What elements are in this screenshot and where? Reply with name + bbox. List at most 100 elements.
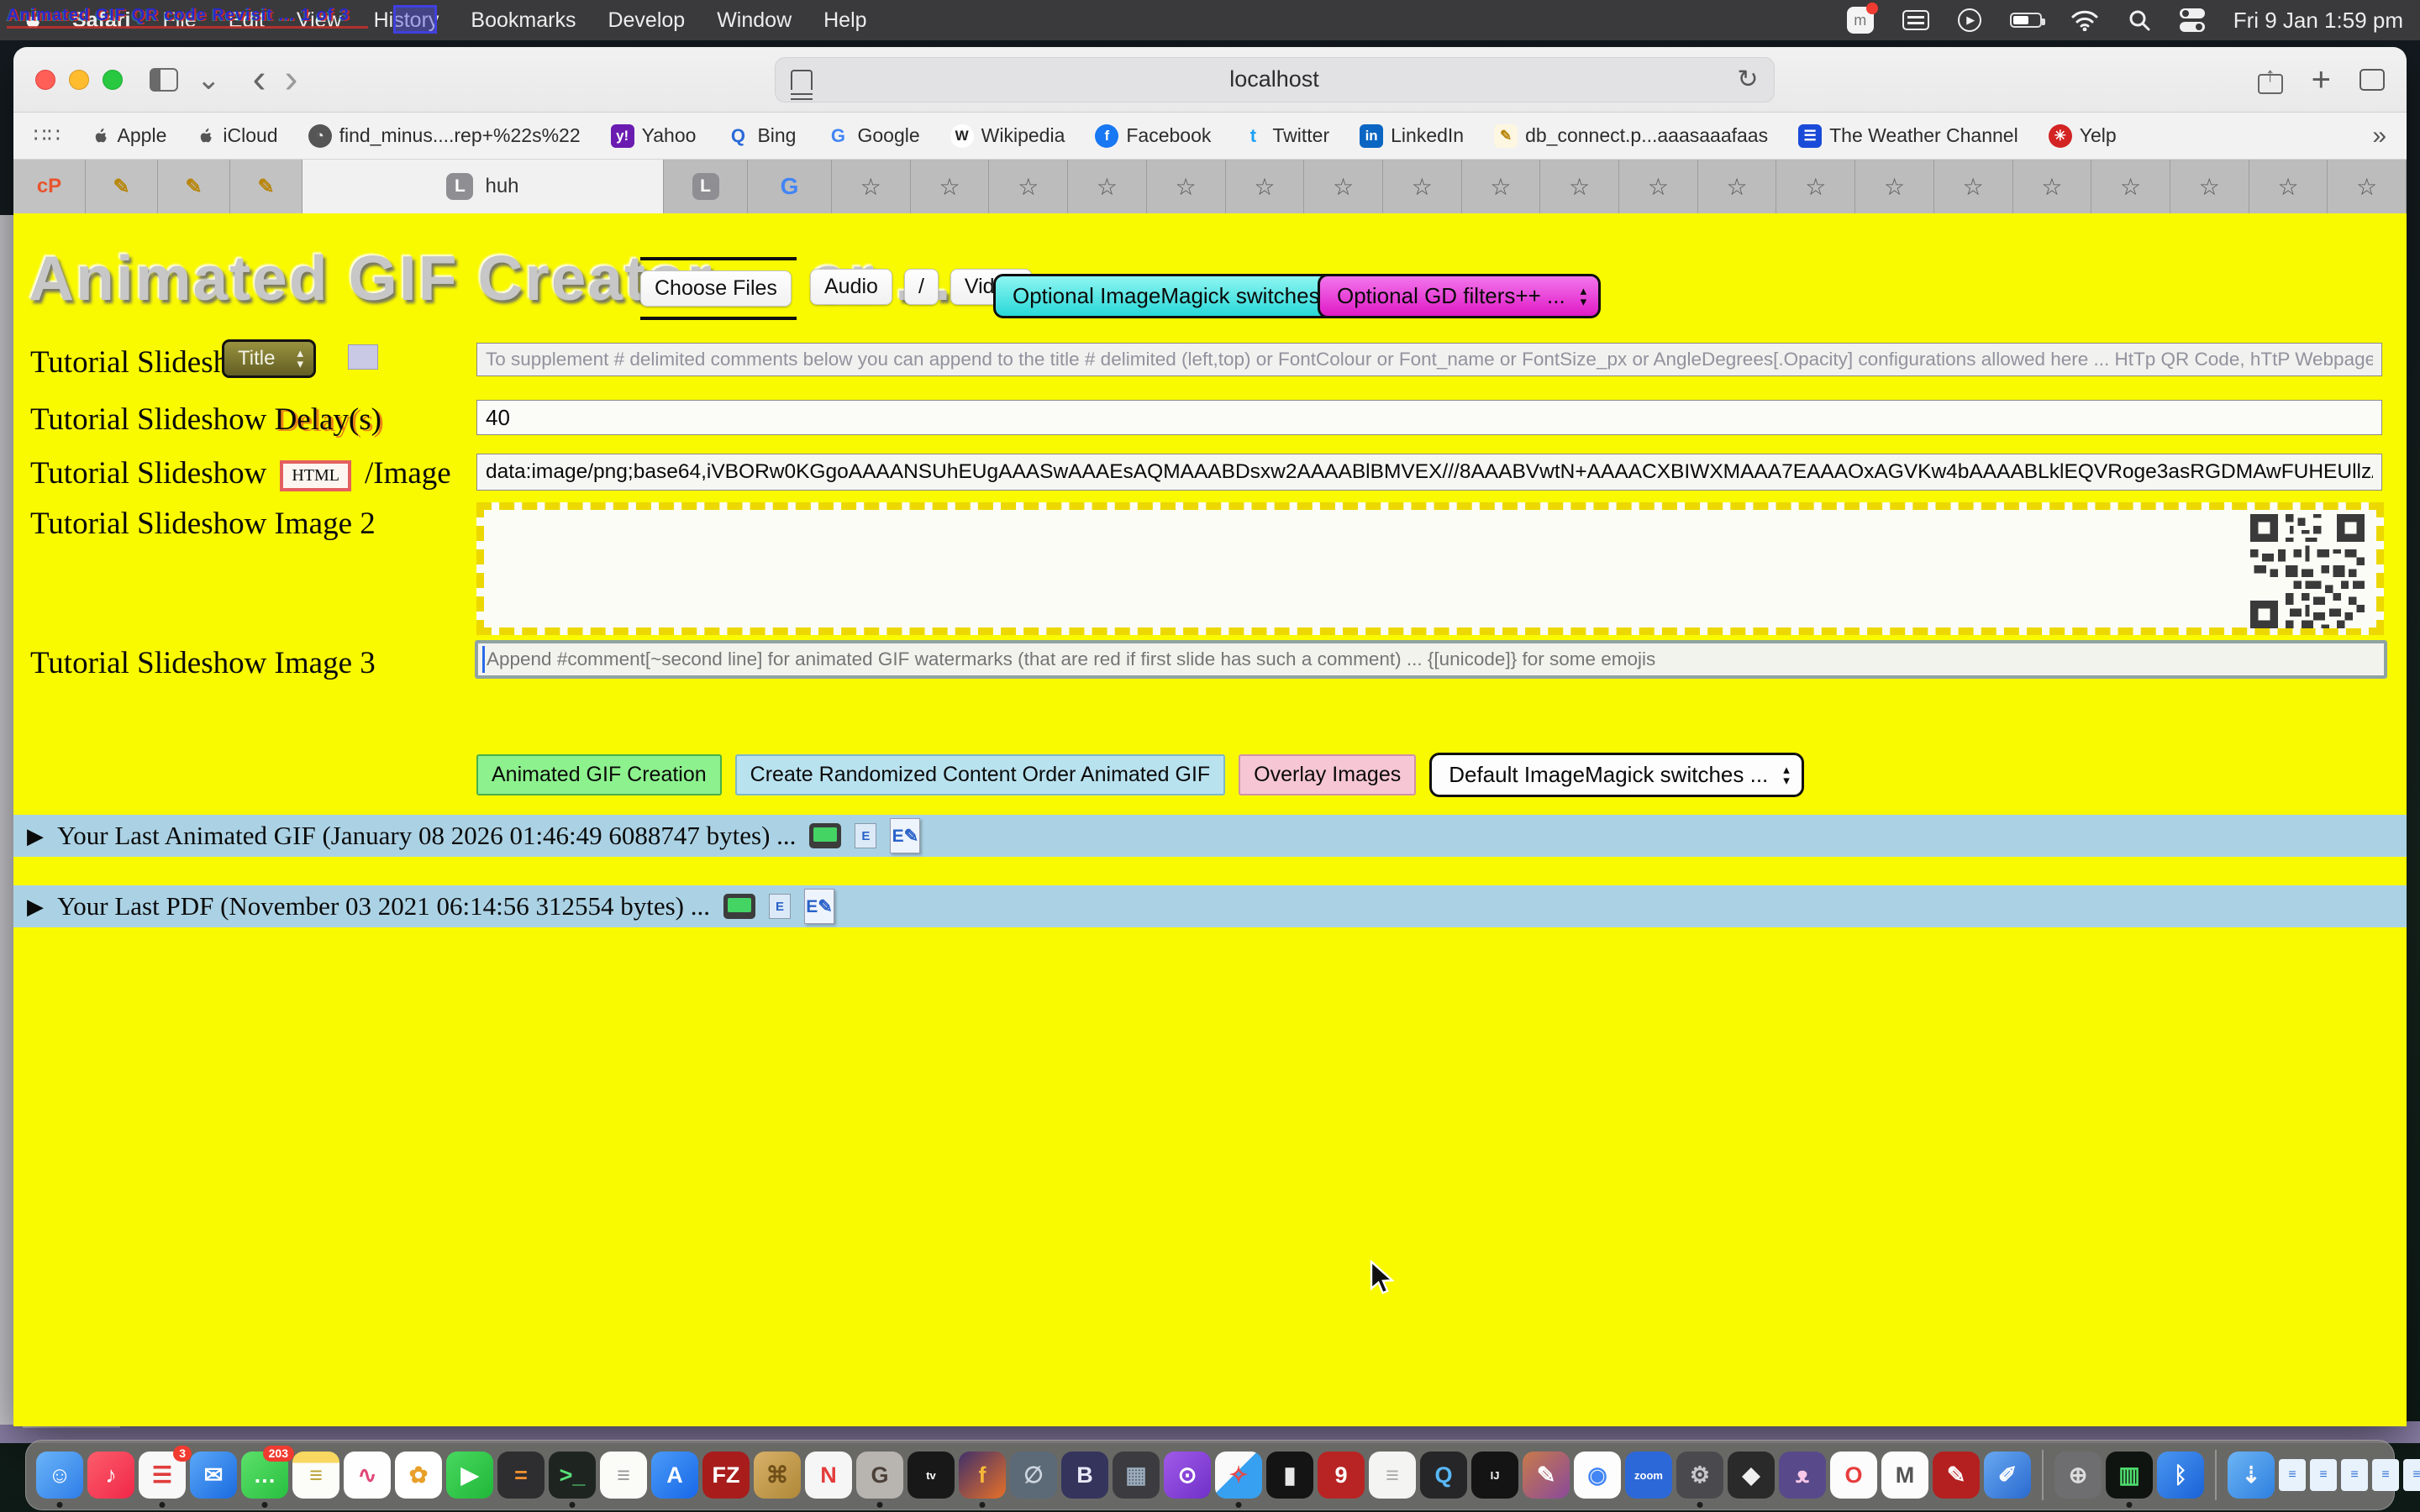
- favorites-grid-icon[interactable]: ∷∷: [34, 123, 61, 148]
- dock-item-red-pen-app[interactable]: ✎: [1933, 1452, 1980, 1499]
- share-icon[interactable]: ↑: [2258, 66, 2283, 94]
- bookmark-linkedin[interactable]: inLinkedIn: [1360, 124, 1464, 148]
- address-bar[interactable]: localhost ↻: [775, 57, 1775, 102]
- disclosure-triangle-icon[interactable]: ▶: [27, 894, 44, 920]
- dock-item-art-palette[interactable]: ✎: [1523, 1452, 1570, 1499]
- app-status-icon[interactable]: m: [1847, 7, 1874, 34]
- data-uri-input[interactable]: [476, 454, 2382, 491]
- dock-item-gimp[interactable]: G: [856, 1452, 903, 1499]
- menu-clock[interactable]: Fri 9 Jan 1:59 pm: [2233, 8, 2403, 34]
- dock-item-music[interactable]: ♪: [87, 1452, 134, 1499]
- dock-item-quicktime[interactable]: Q: [1420, 1452, 1467, 1499]
- dock-item-textedit[interactable]: ≡: [600, 1452, 647, 1499]
- tab-pinned-editor[interactable]: ✎: [86, 160, 158, 213]
- bookmark-wikipedia[interactable]: WWikipedia: [950, 124, 1065, 148]
- small-doc-icon[interactable]: E: [855, 823, 876, 848]
- image3-watermark-input[interactable]: [475, 640, 2387, 679]
- tab-empty-17[interactable]: ☆: [2013, 160, 2092, 213]
- dock-item-intellij[interactable]: IJ: [1471, 1452, 1518, 1499]
- title-select[interactable]: Title ▴▾: [222, 339, 316, 378]
- tab-overview-icon[interactable]: [2360, 69, 2385, 91]
- tab-empty-9[interactable]: ☆: [1383, 160, 1462, 213]
- dock-item-calculator[interactable]: =: [497, 1452, 544, 1499]
- dock-item-opera[interactable]: O: [1830, 1452, 1877, 1499]
- dock-item-accessibility[interactable]: ⊕: [2054, 1452, 2102, 1499]
- preview-monitor-icon[interactable]: [809, 823, 841, 848]
- bookmark-the-weather-channel[interactable]: ☰The Weather Channel: [1798, 124, 2018, 148]
- tab-empty-21[interactable]: ☆: [2328, 160, 2407, 213]
- tab-empty-19[interactable]: ☆: [2170, 160, 2249, 213]
- back-button[interactable]: ‹: [253, 60, 266, 100]
- tab-empty-5[interactable]: ☆: [1068, 160, 1147, 213]
- page-settings-icon[interactable]: [791, 70, 813, 90]
- choose-files-button[interactable]: Choose Files: [640, 270, 792, 307]
- tab-empty-4[interactable]: ☆: [989, 160, 1068, 213]
- audio-button[interactable]: Audio: [810, 269, 892, 305]
- dock-item-mail[interactable]: ✉: [190, 1452, 237, 1499]
- bookmark-find-minus-rep-22s-22[interactable]: ◔find_minus....rep+%22s%22: [308, 124, 581, 148]
- menu-item-help[interactable]: Help: [823, 8, 866, 33]
- dock-item-settings[interactable]: ⚙: [1676, 1452, 1723, 1499]
- dock-item-messages[interactable]: …203: [241, 1452, 288, 1499]
- tab-empty-14[interactable]: ☆: [1776, 160, 1855, 213]
- tab-empty-16[interactable]: ☆: [1934, 160, 2013, 213]
- bookmark-icloud[interactable]: iCloud: [197, 124, 277, 147]
- overlay-images-button[interactable]: Overlay Images: [1239, 754, 1416, 795]
- dock-item-bluetooth[interactable]: ᛒ: [2157, 1452, 2204, 1499]
- bookmark-google[interactable]: GGoogle: [826, 124, 919, 148]
- dock-item-inkscape[interactable]: ◆: [1728, 1452, 1775, 1499]
- tab-google[interactable]: G: [748, 160, 832, 213]
- title-config-input[interactable]: [476, 343, 2382, 376]
- battery-icon[interactable]: [2010, 13, 2042, 28]
- input-source-icon[interactable]: [1902, 10, 1929, 30]
- menu-item-bookmarks[interactable]: Bookmarks: [471, 8, 576, 33]
- preview-monitor-icon[interactable]: [723, 894, 755, 919]
- last-pdf-details[interactable]: ▶ Your Last PDF (November 03 2021 06:14:…: [13, 885, 2407, 927]
- dock-item-mini-terminal[interactable]: ▥: [2106, 1452, 2153, 1499]
- bookmark-db-connect-p-aaasaaafaas[interactable]: ✎db_connect.p...aaasaaafaas: [1494, 124, 1768, 148]
- menu-item-develop[interactable]: Develop: [608, 8, 685, 33]
- dock-item-mu-app[interactable]: M: [1881, 1452, 1928, 1499]
- dock-item-doc-mini-1[interactable]: ≡: [2279, 1459, 2306, 1491]
- menu-item-window[interactable]: Window: [717, 8, 792, 33]
- html-badge[interactable]: HTML: [280, 460, 351, 491]
- dock-item-doc-app[interactable]: ≡: [1369, 1452, 1416, 1499]
- last-animated-gif-details[interactable]: ▶ Your Last Animated GIF (January 08 202…: [13, 815, 2407, 857]
- dock-item-blue-pen-app[interactable]: ✐: [1984, 1452, 2031, 1499]
- tab-empty-13[interactable]: ☆: [1698, 160, 1777, 213]
- tab-pinned-editor[interactable]: ✎: [230, 160, 302, 213]
- tab-empty-2[interactable]: ☆: [832, 160, 911, 213]
- tab-empty-8[interactable]: ☆: [1304, 160, 1383, 213]
- randomized-gif-button[interactable]: Create Randomized Content Order Animated…: [735, 754, 1226, 795]
- dock-item-safari[interactable]: ✧: [1215, 1452, 1262, 1499]
- tab-l[interactable]: L: [664, 160, 748, 213]
- dock-item-chrome[interactable]: ◉: [1574, 1452, 1621, 1499]
- dock-item-doc-mini-5[interactable]: ≡: [2403, 1459, 2420, 1491]
- sidebar-toggle-icon[interactable]: [150, 68, 178, 92]
- sidebar-chevron-icon[interactable]: ⌄: [197, 66, 221, 94]
- tab-empty-20[interactable]: ☆: [2249, 160, 2328, 213]
- dock-item-terminal[interactable]: >_: [549, 1452, 596, 1499]
- bookmark-twitter[interactable]: tTwitter: [1241, 124, 1329, 148]
- wifi-icon[interactable]: [2070, 9, 2099, 31]
- dock-item-doc-mini-2[interactable]: ≡: [2310, 1459, 2337, 1491]
- bookmark-yelp[interactable]: ✳Yelp: [2049, 124, 2117, 148]
- dock-item-news[interactable]: N: [805, 1452, 852, 1499]
- dock-item-doc-mini-3[interactable]: ≡: [2341, 1459, 2368, 1491]
- tab-empty-6[interactable]: ☆: [1147, 160, 1226, 213]
- playback-icon[interactable]: ▶: [1958, 8, 1981, 32]
- tab-empty-15[interactable]: ☆: [1855, 160, 1934, 213]
- dock-item-purple-app[interactable]: ᴥ: [1779, 1452, 1826, 1499]
- document-edit-icon[interactable]: E✎: [804, 889, 834, 924]
- bookmark-bing[interactable]: QBing: [726, 124, 796, 148]
- tab-active-huh[interactable]: L huh: [302, 160, 664, 213]
- dock-item-app-store[interactable]: A: [651, 1452, 698, 1499]
- dock-item-podcasts[interactable]: ⊙: [1164, 1452, 1211, 1499]
- tab-pinned-editor[interactable]: ✎: [158, 160, 230, 213]
- bookmark-facebook[interactable]: fFacebook: [1095, 124, 1211, 148]
- tab-empty-11[interactable]: ☆: [1540, 160, 1619, 213]
- dock-item-apple-tv[interactable]: tv: [908, 1452, 955, 1499]
- spotlight-search-icon[interactable]: [2128, 8, 2151, 32]
- dock-item-notes[interactable]: ≡: [292, 1452, 339, 1499]
- small-doc-icon[interactable]: E: [769, 894, 791, 919]
